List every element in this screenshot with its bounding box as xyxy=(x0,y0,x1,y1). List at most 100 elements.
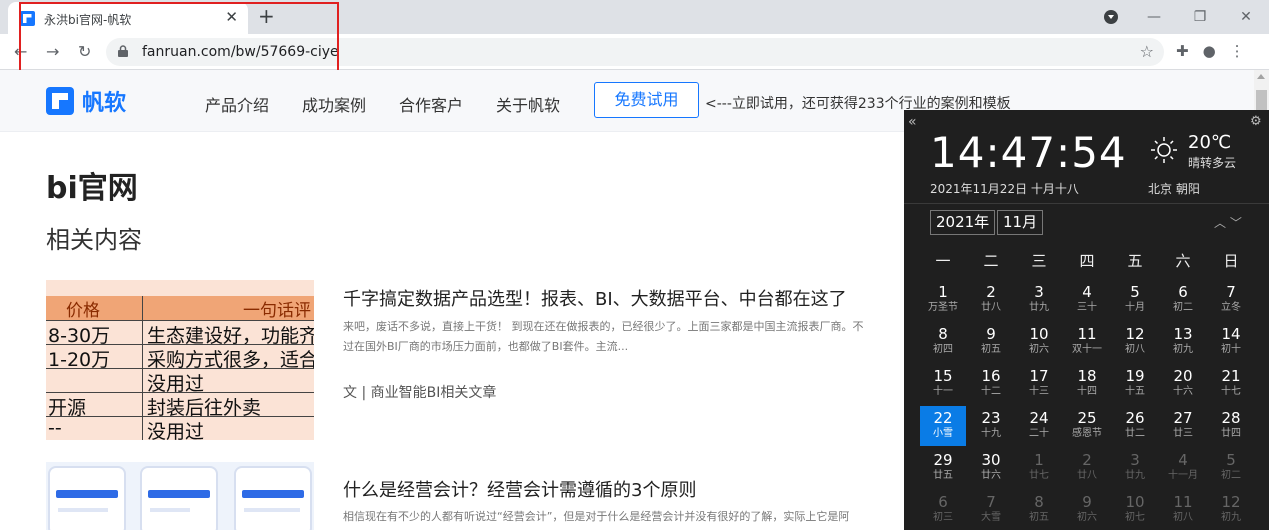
calendar-day[interactable]: 28 廿四 xyxy=(1208,406,1254,446)
reload-icon[interactable]: ↻ xyxy=(78,42,91,61)
day-number: 17 xyxy=(1029,367,1049,385)
calendar-day[interactable]: 29 廿五 xyxy=(920,448,966,488)
calendar-day[interactable]: 15 十一 xyxy=(920,364,966,404)
day-number: 16 xyxy=(981,367,1001,385)
calendar-day[interactable]: 10 初六 xyxy=(1016,322,1062,362)
url-bar[interactable]: fanruan.com/bw/57669-ciye ☆ xyxy=(106,38,1164,66)
calendar-day[interactable]: 3 廿九 xyxy=(1112,448,1158,488)
forward-icon[interactable]: → xyxy=(46,42,59,61)
calendar-day[interactable]: 27 廿三 xyxy=(1160,406,1206,446)
browser-tab[interactable]: 永洪bi官网-帆软 ✕ xyxy=(8,2,248,34)
lunar-label: 十五 xyxy=(1125,386,1145,397)
lunar-label: 初九 xyxy=(1173,344,1193,355)
weekday-label: 一 xyxy=(935,252,951,270)
calendar-day[interactable]: 5 十月 xyxy=(1112,280,1158,320)
browser-menu-icon[interactable]: ⋮ xyxy=(1230,42,1245,60)
calendar-day-today[interactable]: 22 小雪 xyxy=(920,406,966,446)
calendar-day[interactable]: 18 十四 xyxy=(1064,364,1110,404)
menu-about[interactable]: 关于帆软 xyxy=(496,92,560,116)
lunar-label: 初五 xyxy=(1029,512,1049,523)
calendar-day[interactable]: 9 初六 xyxy=(1064,490,1110,530)
calendar-day[interactable]: 3 廿九 xyxy=(1016,280,1062,320)
free-trial-button[interactable]: 免费试用 xyxy=(594,82,699,118)
calendar-day[interactable]: 6 初二 xyxy=(1160,280,1206,320)
thumb-cell: 没用过 xyxy=(142,417,314,440)
article-1-title[interactable]: 千字搞定数据产品选型！报表、BI、大数据平台、中台都在这了 xyxy=(343,285,847,311)
calendar-day[interactable]: 9 初五 xyxy=(968,322,1014,362)
calendar-day[interactable]: 24 二十 xyxy=(1016,406,1062,446)
calendar-day[interactable]: 4 三十 xyxy=(1064,280,1110,320)
calendar-day[interactable]: 6 初三 xyxy=(920,490,966,530)
menu-product-intro[interactable]: 产品介绍 xyxy=(205,92,269,116)
minimize-button[interactable]: — xyxy=(1131,9,1177,25)
day-number: 15 xyxy=(933,367,953,385)
calendar-day[interactable]: 20 十六 xyxy=(1160,364,1206,404)
menu-partners[interactable]: 合作客户 xyxy=(399,92,463,116)
back-icon[interactable]: ← xyxy=(14,42,27,61)
article-2-thumbnail[interactable] xyxy=(46,462,314,530)
calendar-day[interactable]: 1 廿七 xyxy=(1016,448,1062,488)
day-number: 7 xyxy=(986,493,996,511)
menu-success-cases[interactable]: 成功案例 xyxy=(302,92,366,116)
day-number: 22 xyxy=(933,409,953,427)
calendar-day[interactable]: 8 初五 xyxy=(1016,490,1062,530)
calendar-day[interactable]: 30 廿六 xyxy=(968,448,1014,488)
window-close-button[interactable]: ✕ xyxy=(1223,9,1269,25)
day-number: 29 xyxy=(933,451,953,469)
day-number: 28 xyxy=(1221,409,1241,427)
calendar-day[interactable]: 23 十九 xyxy=(968,406,1014,446)
calendar-day[interactable]: 11 双十一 xyxy=(1064,322,1110,362)
calendar-day[interactable]: 8 初四 xyxy=(920,322,966,362)
extensions-puzzle-icon[interactable]: ✚ xyxy=(1176,42,1189,60)
tab-close-icon[interactable]: ✕ xyxy=(225,8,238,26)
calendar-day[interactable]: 2 廿八 xyxy=(968,280,1014,320)
bookmark-star-icon[interactable]: ☆ xyxy=(1140,42,1154,61)
day-number: 11 xyxy=(1173,493,1193,511)
calendar-day[interactable]: 17 十三 xyxy=(1016,364,1062,404)
calendar-day[interactable]: 26 廿二 xyxy=(1112,406,1158,446)
profile-menu-icon[interactable] xyxy=(1104,10,1118,24)
calendar-day[interactable]: 5 初二 xyxy=(1208,448,1254,488)
calendar-day[interactable]: 7 大雪 xyxy=(968,490,1014,530)
collapse-icon[interactable]: « xyxy=(908,114,917,130)
lunar-label: 廿二 xyxy=(1125,428,1145,439)
calendar-day[interactable]: 19 十五 xyxy=(1112,364,1158,404)
calendar-day[interactable]: 2 廿八 xyxy=(1064,448,1110,488)
calendar-day[interactable]: 10 初七 xyxy=(1112,490,1158,530)
lunar-label: 初二 xyxy=(1173,302,1193,313)
calendar-day[interactable]: 16 十二 xyxy=(968,364,1014,404)
lunar-label: 初六 xyxy=(1029,344,1049,355)
year-select[interactable]: 2021年 xyxy=(930,210,996,235)
calendar-day[interactable]: 13 初九 xyxy=(1160,322,1206,362)
calendar-day[interactable]: 12 初八 xyxy=(1112,322,1158,362)
lunar-label: 初五 xyxy=(981,344,1001,355)
calendar-day[interactable]: 11 初八 xyxy=(1160,490,1206,530)
settings-gear-icon[interactable]: ⚙ xyxy=(1250,114,1262,129)
month-select[interactable]: 11月 xyxy=(997,210,1044,235)
calendar-day[interactable]: 21 十七 xyxy=(1208,364,1254,404)
calendar-day[interactable]: 25 感恩节 xyxy=(1064,406,1110,446)
thumb-table-row: 开源 封装后往外卖 xyxy=(46,392,314,420)
thumb-header-comment: 一句话评 xyxy=(142,296,314,321)
article-1-meta[interactable]: 文 | 商业智能BI相关文章 xyxy=(343,382,496,402)
site-logo[interactable]: 帆软 xyxy=(46,85,126,117)
account-avatar-icon[interactable]: ● xyxy=(1203,42,1216,60)
day-number: 9 xyxy=(1082,493,1092,511)
article-2-title[interactable]: 什么是经营会计？经营会计需遵循的3个原则 xyxy=(343,476,696,502)
calendar-day[interactable]: 4 十一月 xyxy=(1160,448,1206,488)
day-number: 6 xyxy=(938,493,948,511)
day-number: 1 xyxy=(938,283,948,301)
month-nav-arrows[interactable]: ︿ ﹀ xyxy=(1214,214,1242,231)
calendar-day[interactable]: 1 万圣节 xyxy=(920,280,966,320)
restore-button[interactable]: ❐ xyxy=(1177,9,1223,25)
calendar-day[interactable]: 12 初九 xyxy=(1208,490,1254,530)
lunar-label: 十四 xyxy=(1077,386,1097,397)
article-1-thumbnail[interactable]: 价格 一句话评 8-30万 生态建设好，功能齐 1-20万 采购方式很多，适合 没用… xyxy=(46,280,314,440)
calendar-day[interactable]: 14 初十 xyxy=(1208,322,1254,362)
day-number: 2 xyxy=(1082,451,1092,469)
new-tab-button[interactable]: + xyxy=(258,4,275,28)
lunar-label: 感恩节 xyxy=(1072,428,1102,439)
lunar-label: 大雪 xyxy=(981,512,1001,523)
scroll-up-arrow-icon[interactable] xyxy=(1257,74,1265,79)
calendar-day[interactable]: 7 立冬 xyxy=(1208,280,1254,320)
